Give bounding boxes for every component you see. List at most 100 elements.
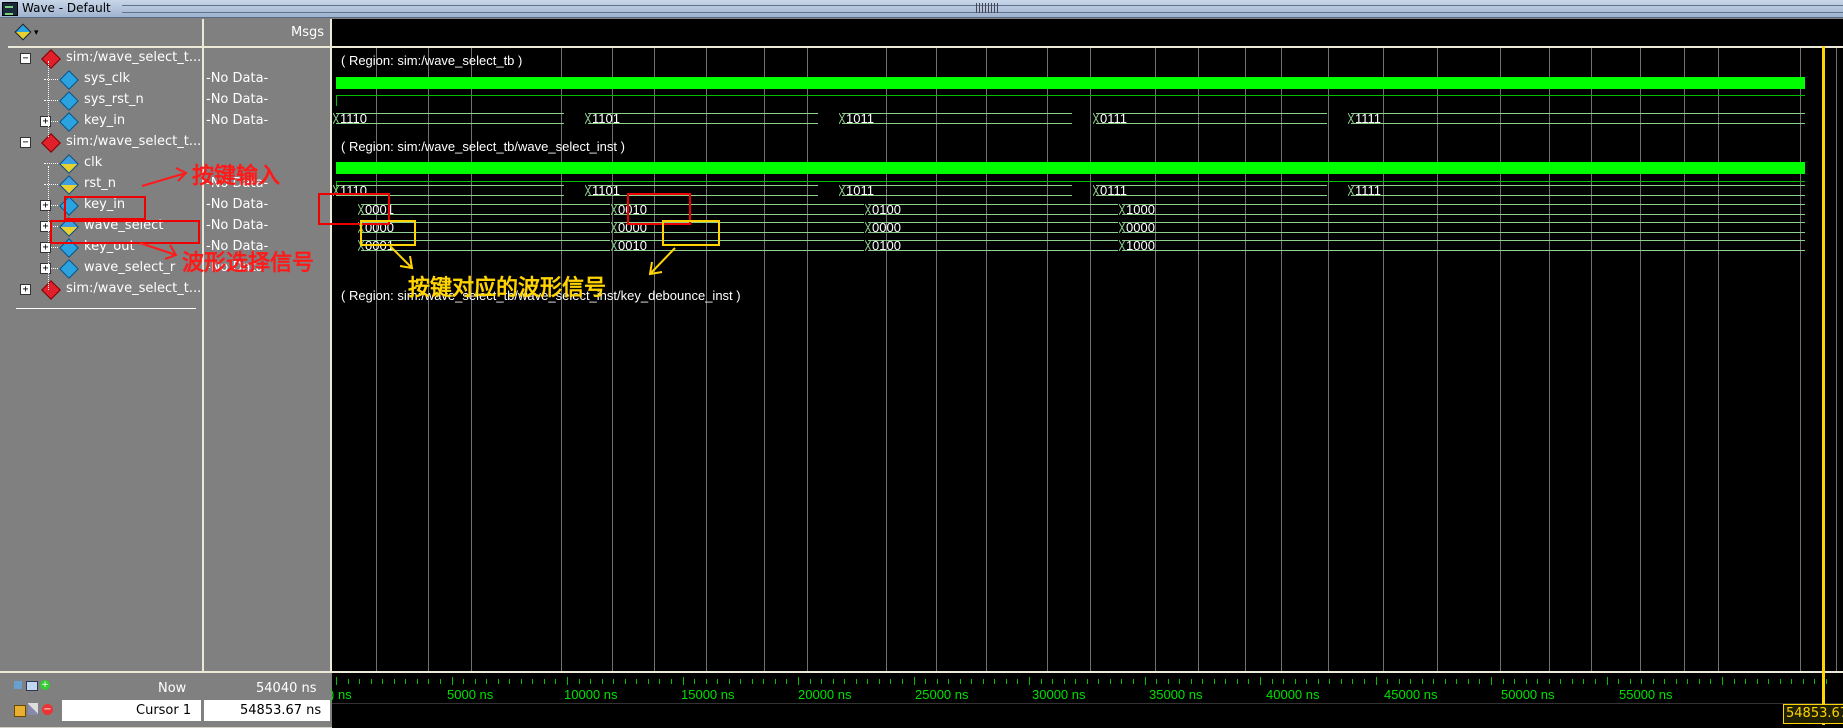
signal-row[interactable]: + key_in [8, 111, 202, 132]
ruler-label: 30000 ns [1032, 687, 1086, 702]
bus-segment[interactable] [868, 222, 1118, 233]
signal-icon [59, 259, 79, 279]
wave-select-r-wave[interactable]: 0001 0010 0100 1000 [332, 238, 1843, 253]
cursor-flag[interactable]: 54853.67 [1783, 704, 1843, 724]
expand-icon[interactable]: + [40, 200, 51, 211]
signal-row[interactable]: sys_rst_n [8, 90, 202, 111]
drag-handle[interactable] [976, 3, 1000, 13]
bus-segment[interactable] [1122, 240, 1805, 251]
ruler-tick [1698, 679, 1700, 684]
bus-segment[interactable] [614, 240, 864, 251]
cursor-track[interactable] [332, 703, 1843, 728]
signal-type-icon[interactable] [14, 23, 32, 41]
grid-line [1549, 48, 1550, 672]
signal-row[interactable]: sys_clk [8, 69, 202, 90]
signal-row[interactable]: + sim:/wave_select_t... [8, 279, 202, 300]
waveform-area[interactable]: ( Region: sim:/wave_select_tb ) ( Region:… [332, 19, 1843, 672]
transition-mark [333, 113, 339, 124]
bus-value: 1000 [1126, 202, 1155, 217]
ruler-tick [925, 679, 927, 684]
zoom-icon[interactable] [14, 681, 22, 689]
key-in-inst-wave[interactable]: 1110 1101 1011 0111 1111 [332, 183, 1843, 198]
ruler-tick [890, 679, 892, 684]
bus-segment[interactable] [588, 113, 818, 124]
ruler-label: 25000 ns [915, 687, 969, 702]
ruler-tick [1190, 679, 1192, 684]
key-out-wave[interactable]: 0000 0000 0000 0000 [332, 220, 1843, 235]
ruler-tick [1675, 679, 1677, 684]
bus-segment[interactable] [1096, 185, 1327, 196]
chevron-down-icon[interactable]: ▾ [34, 28, 39, 38]
ruler-tick [705, 679, 707, 684]
bus-segment[interactable] [842, 113, 1072, 124]
signal-name: sim:/wave_select_t... [66, 50, 202, 65]
grid-line [1383, 48, 1384, 672]
clk-wave[interactable] [336, 162, 1805, 174]
tree-connector [51, 268, 58, 269]
collapse-icon[interactable]: − [20, 137, 31, 148]
ruler-tick [1594, 679, 1596, 684]
signal-tree: − sim:/wave_select_t... sys_clk sys_rst_n + k… [8, 48, 202, 648]
screen-icon[interactable] [26, 681, 38, 691]
instance-icon [41, 49, 61, 69]
ruler-tick [763, 679, 765, 684]
signal-row[interactable]: rst_n [8, 174, 202, 195]
add-icon[interactable]: + [40, 680, 50, 690]
transition-mark [611, 240, 617, 251]
cursor-line[interactable] [1822, 46, 1825, 725]
lock-icon[interactable] [14, 705, 26, 717]
msg-row: -No Data- [204, 195, 330, 216]
cursor-label[interactable]: Cursor 1 [136, 703, 191, 718]
ruler-tick [774, 679, 776, 684]
signal-row[interactable]: − sim:/wave_select_t... [8, 132, 202, 153]
time-ruler[interactable]: ) ns 5000 ns 10000 ns 15000 ns 20000 ns 25000… [330, 671, 1843, 728]
ruler-tick [1502, 679, 1504, 684]
wave-select-wave[interactable]: 0001 0010 0100 1000 [332, 202, 1843, 217]
signal-name: rst_n [84, 176, 116, 191]
ruler-tick [1756, 679, 1758, 684]
wave-header [332, 19, 1843, 48]
remove-icon[interactable]: − [42, 704, 53, 715]
grid-line [1836, 48, 1837, 672]
ruler-tick [382, 679, 384, 684]
signal-icon [59, 175, 79, 195]
signal-row[interactable]: − sim:/wave_select_t... [8, 48, 202, 69]
bus-segment[interactable] [588, 185, 818, 196]
bus-segment[interactable] [1122, 222, 1805, 233]
sys-rst-n-wave[interactable] [336, 95, 1805, 106]
ruler-tick [740, 679, 742, 684]
ruler-label: 55000 ns [1619, 687, 1673, 702]
bus-value: 1101 [592, 111, 620, 126]
bus-segment[interactable] [1122, 204, 1805, 215]
bus-segment[interactable] [361, 204, 610, 215]
ruler-tick [1629, 679, 1631, 684]
sys-clk-wave[interactable] [336, 77, 1805, 89]
pencil-icon[interactable] [28, 703, 38, 715]
bus-value: 0000 [1126, 220, 1155, 235]
expand-icon[interactable]: + [20, 284, 31, 295]
bus-segment[interactable] [1351, 185, 1805, 196]
signal-row[interactable]: clk [8, 153, 202, 174]
signal-name: wave_select_r [84, 260, 176, 275]
bus-value: 0100 [872, 202, 901, 217]
names-header: ▾ [8, 19, 202, 48]
collapse-icon[interactable]: − [20, 53, 31, 64]
grid-line [1090, 48, 1091, 672]
bus-segment[interactable] [1351, 113, 1805, 124]
expand-icon[interactable]: + [40, 116, 51, 127]
bus-segment[interactable] [1096, 113, 1327, 124]
signal-row[interactable]: + wave_select_r [8, 258, 202, 279]
grid-line [986, 48, 987, 672]
bus-segment[interactable] [842, 185, 1072, 196]
grid-line [1198, 48, 1199, 672]
key-in-wave[interactable]: 1110 1101 1011 0111 1111 [332, 111, 1843, 126]
bus-segment[interactable] [336, 113, 564, 124]
bus-segment[interactable] [868, 240, 1118, 251]
bus-segment[interactable] [868, 204, 1118, 215]
now-toolbar-icons[interactable]: + [14, 679, 54, 691]
expand-icon[interactable]: + [40, 263, 51, 274]
rst-n-wave[interactable] [336, 181, 1805, 192]
region-label: ( Region: sim:/wave_select_tb ) [341, 53, 523, 68]
title-bar[interactable]: Wave - Default [0, 0, 1843, 18]
cursor-toolbar-icons[interactable]: − [14, 703, 62, 717]
